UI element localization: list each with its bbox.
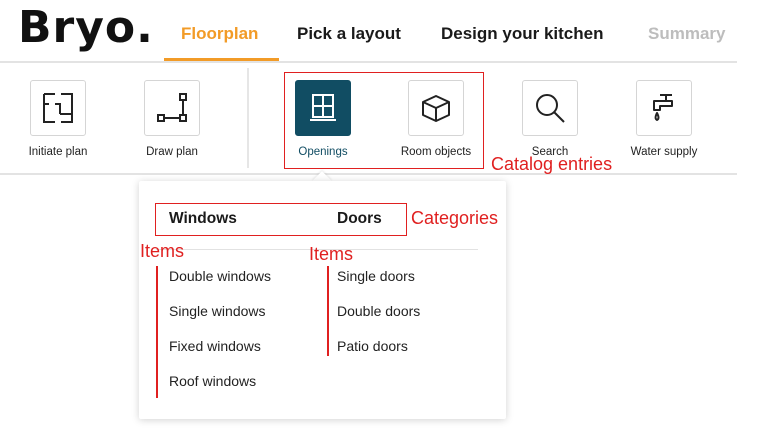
catalog-entries-highlight <box>284 72 484 169</box>
items-bracket-right <box>327 266 329 356</box>
item-double-windows[interactable]: Double windows <box>169 268 271 284</box>
item-single-doors[interactable]: Single doors <box>337 268 415 284</box>
tool-water-supply[interactable]: Water supply <box>619 80 709 158</box>
items-bracket-left <box>156 266 158 398</box>
faucet-icon <box>636 80 692 136</box>
toolbar-divider <box>247 68 249 168</box>
items-annotation-left: Items <box>140 241 185 261</box>
toolbar-bottom-divider <box>0 173 737 175</box>
initiate-plan-icon <box>30 80 86 136</box>
draw-plan-icon <box>144 80 200 136</box>
tool-label: Draw plan <box>146 146 198 158</box>
tab-floorplan[interactable]: Floorplan <box>181 24 258 44</box>
logo: Bryo. <box>18 2 154 53</box>
item-fixed-windows[interactable]: Fixed windows <box>169 338 261 354</box>
categories-highlight <box>155 203 407 236</box>
tab-summary: Summary <box>648 24 726 43</box>
tab-design-your-kitchen[interactable]: Design your kitchen <box>441 24 603 44</box>
header-divider <box>0 61 737 63</box>
catalog-entries-annotation: Catalog entries <box>491 154 613 174</box>
categories-annotation: Categories <box>411 208 499 228</box>
tab-pick-a-layout[interactable]: Pick a layout <box>297 24 401 44</box>
tool-label: Water supply <box>630 146 698 158</box>
item-double-doors[interactable]: Double doors <box>337 303 420 319</box>
tool-search[interactable]: Search <box>505 80 595 158</box>
tool-initiate-plan[interactable]: Initiate plan <box>13 80 103 158</box>
item-patio-doors[interactable]: Patio doors <box>337 338 408 354</box>
items-annotation-right: Items <box>309 244 354 264</box>
item-single-windows[interactable]: Single windows <box>169 303 266 319</box>
tool-label: Initiate plan <box>28 146 88 158</box>
search-icon <box>522 80 578 136</box>
item-roof-windows[interactable]: Roof windows <box>169 373 256 389</box>
tool-draw-plan[interactable]: Draw plan <box>127 80 217 158</box>
